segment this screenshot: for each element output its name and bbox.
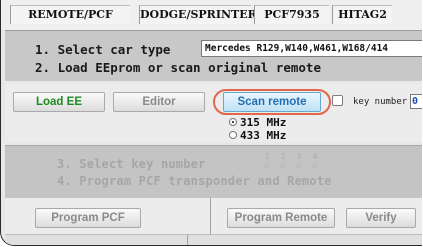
load-ee-button[interactable]: Load EE xyxy=(13,92,105,112)
step-select-car-type: 1. Select car type xyxy=(35,42,171,57)
status-bar xyxy=(5,234,422,245)
step-select-key-number: 3. Select key number xyxy=(57,157,206,171)
tab-pcf7935[interactable]: PCF7935 xyxy=(254,5,329,24)
program-pcf-button[interactable]: Program PCF xyxy=(35,208,141,228)
radio-433-mhz[interactable]: 433 MHz xyxy=(229,129,286,142)
editor-button[interactable]: Editor xyxy=(113,92,205,112)
radio-selected-icon xyxy=(229,118,237,126)
key-slot-label: 3 xyxy=(296,152,302,161)
key-slot-label: 2 xyxy=(280,152,286,161)
tab-dodge-sprinter[interactable]: DODGE/SPRINTER xyxy=(139,5,257,24)
status-bar-divider xyxy=(187,235,188,245)
key-slot-label: 1 xyxy=(264,152,270,161)
key-number-checkbox[interactable] xyxy=(332,95,343,106)
key-slot-3[interactable]: 3 ○ xyxy=(294,152,304,170)
scan-remote-highlight xyxy=(213,89,331,115)
tab-hitag2[interactable]: HITAG2 xyxy=(332,5,392,24)
program-steps-panel: 3. Select key number 1 ○ 2 ○ 3 ○ 4 ○ 4. Prog… xyxy=(5,145,422,198)
step-load-eeprom: 2. Load EEprom or scan original remote xyxy=(35,60,321,75)
car-type-value: Mercedes R129,W140,W461,W168/414 xyxy=(205,43,389,54)
radio-315-mhz[interactable]: 315 MHz xyxy=(229,116,286,129)
verify-button[interactable]: Verify xyxy=(346,208,416,228)
key-number-field[interactable]: 0 xyxy=(410,94,422,109)
radio-315-label: 315 MHz xyxy=(240,116,287,129)
car-type-select[interactable]: Mercedes R129,W140,W461,W168/414 ▾ xyxy=(201,40,422,57)
program-remote-button[interactable]: Program Remote xyxy=(227,208,335,228)
app-window: REMOTE/PCF DODGE/SPRINTER PCF7935 HITAG2… xyxy=(0,0,422,246)
key-slot-label: 4 xyxy=(312,152,318,161)
radio-433-label: 433 MHz xyxy=(240,129,287,142)
step-program-pcf-remote: 4. Program PCF transponder and Remote xyxy=(57,174,332,188)
key-slot-4[interactable]: 4 ○ xyxy=(310,152,320,170)
key-number-label: key number xyxy=(353,97,408,107)
tab-bar: REMOTE/PCF DODGE/SPRINTER PCF7935 HITAG2 xyxy=(1,0,422,30)
radio-unselected-icon xyxy=(229,131,237,139)
tab-remote-pcf[interactable]: REMOTE/PCF xyxy=(10,5,130,24)
car-type-panel: 1. Select car type Mercedes R129,W140,W4… xyxy=(5,30,422,81)
key-slot-2[interactable]: 2 ○ xyxy=(278,152,288,170)
key-slot-1[interactable]: 1 ○ xyxy=(262,152,272,170)
